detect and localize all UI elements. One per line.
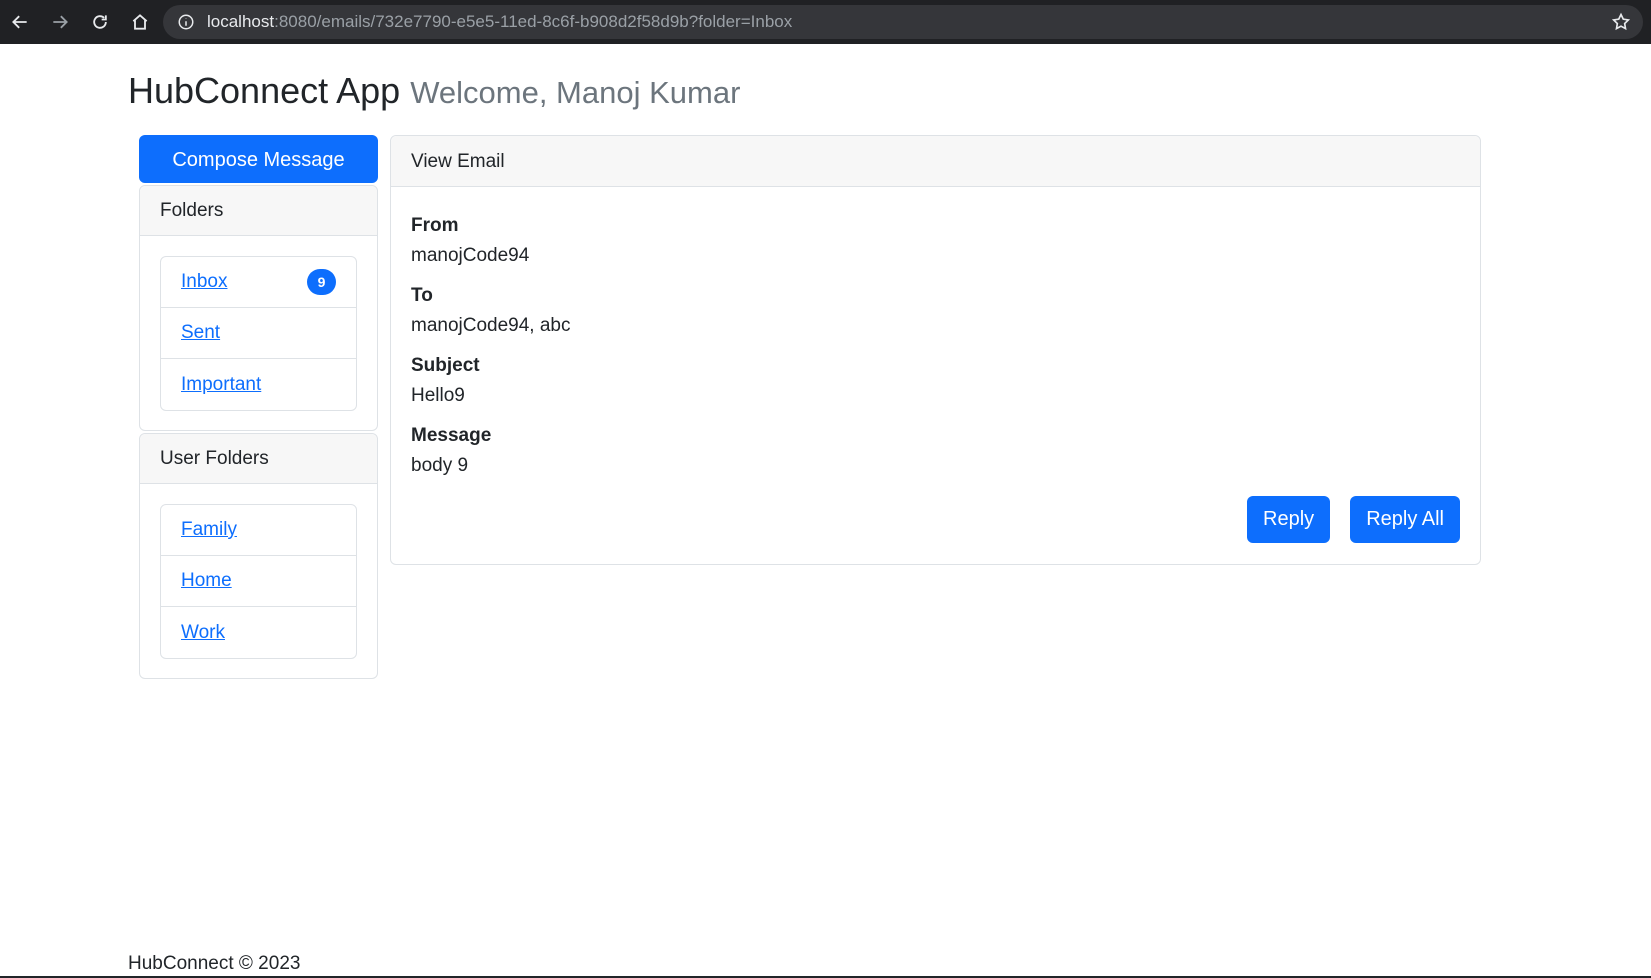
user-folder-link-work[interactable]: Work: [181, 622, 225, 644]
user-folder-item-home: Home: [161, 556, 356, 607]
folder-link-sent[interactable]: Sent: [181, 322, 220, 344]
view-email-header: View Email: [391, 136, 1480, 187]
unread-count-badge: 9: [307, 269, 336, 295]
sidebar: Compose Message Folders Inbox 9 Sent Imp…: [139, 135, 378, 679]
from-value: manojCode94: [411, 245, 530, 266]
user-folder-link-family[interactable]: Family: [181, 519, 237, 541]
reply-button[interactable]: Reply: [1247, 496, 1331, 543]
email-details: From manojCode94 To manojCode94, abc Sub…: [391, 187, 1480, 481]
star-icon[interactable]: [1611, 12, 1631, 32]
subject-label: Subject: [411, 355, 480, 376]
user-folders-list: Family Home Work: [160, 504, 357, 659]
compose-message-button[interactable]: Compose Message: [139, 135, 378, 183]
url-host: localhost: [207, 12, 275, 31]
folder-item-sent: Sent: [161, 308, 356, 359]
home-icon: [132, 14, 148, 30]
reply-all-button[interactable]: Reply All: [1350, 496, 1460, 543]
address-bar[interactable]: localhost:8080/emails/732e7790-e5e5-11ed…: [163, 5, 1643, 39]
folder-link-important[interactable]: Important: [181, 374, 261, 396]
subject-value: Hello9: [411, 385, 465, 406]
welcome-text: Welcome, Manoj Kumar: [410, 75, 741, 110]
user-folders-header: User Folders: [140, 434, 377, 484]
email-actions: Reply Reply All: [1247, 496, 1460, 543]
view-email-card: View Email From manojCode94 To manojCode…: [390, 135, 1481, 565]
user-folders-card: User Folders Family Home Work: [139, 433, 378, 679]
back-icon: [12, 15, 27, 29]
folder-link-inbox[interactable]: Inbox: [181, 271, 227, 293]
folders-header: Folders: [140, 186, 377, 236]
folder-item-inbox: Inbox 9: [161, 257, 356, 308]
from-label: From: [411, 215, 459, 236]
reload-button[interactable]: [80, 0, 120, 44]
forward-button[interactable]: [40, 0, 80, 44]
to-value: manojCode94, abc: [411, 315, 571, 336]
message-value: body 9: [411, 455, 469, 476]
back-button[interactable]: [0, 0, 40, 44]
page-header: HubConnect App Welcome, Manoj Kumar: [128, 70, 740, 112]
browser-toolbar: localhost:8080/emails/732e7790-e5e5-11ed…: [0, 0, 1651, 44]
message-label: Message: [411, 425, 492, 446]
user-folder-link-home[interactable]: Home: [181, 570, 232, 592]
forward-icon: [53, 15, 68, 29]
to-label: To: [411, 285, 433, 306]
home-button[interactable]: [120, 0, 160, 44]
folders-list: Inbox 9 Sent Important: [160, 256, 357, 411]
folder-item-important: Important: [161, 359, 356, 410]
user-folder-item-work: Work: [161, 607, 356, 658]
app-title: HubConnect App: [128, 70, 401, 111]
reload-icon: [93, 15, 107, 29]
folders-card: Folders Inbox 9 Sent Important: [139, 185, 378, 431]
footer-copyright: HubConnect © 2023: [128, 953, 301, 974]
user-folder-item-family: Family: [161, 505, 356, 556]
url-path: :8080/emails/732e7790-e5e5-11ed-8c6f-b90…: [274, 12, 793, 31]
info-icon[interactable]: [177, 13, 195, 31]
